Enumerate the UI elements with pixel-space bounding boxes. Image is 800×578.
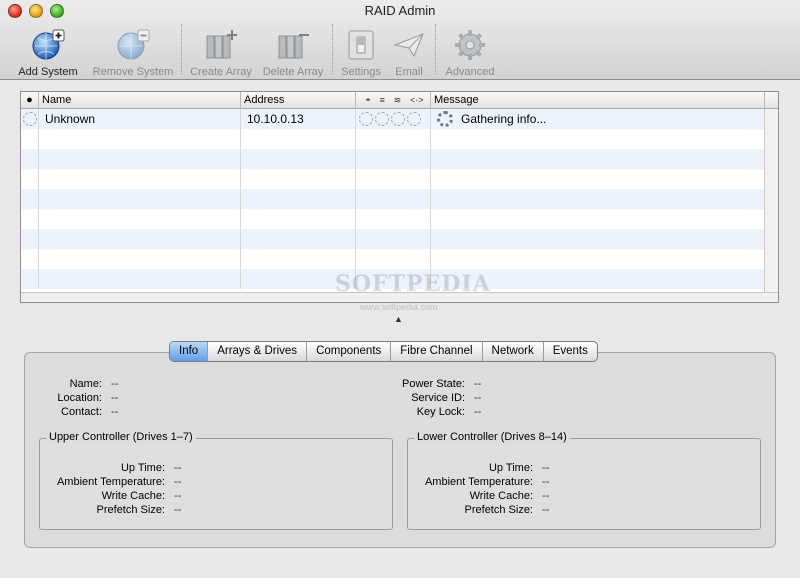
table-row <box>21 209 778 229</box>
email-label: Email <box>395 66 423 78</box>
globe-plus-icon <box>31 28 65 62</box>
lower-write-cache-value: -- <box>542 490 550 502</box>
paper-plane-icon <box>392 28 426 62</box>
link-status-icon <box>407 112 421 126</box>
table-row[interactable]: Unknown 10.10.0.13 Gathering info... <box>21 109 778 129</box>
stack-icon: ≡ <box>379 95 385 105</box>
window-toolbar-area: RAID Admin Add System Remove System Crea… <box>0 0 800 80</box>
table-row <box>21 149 778 169</box>
tab-fibre-channel[interactable]: Fibre Channel <box>391 342 483 361</box>
tab-info[interactable]: Info <box>170 342 209 361</box>
table-header: ● Name Address ◓ ≡ ≋ <·> Message <box>21 92 778 109</box>
name-column-header[interactable]: Name <box>39 92 241 109</box>
key-lock-value: -- <box>474 406 482 418</box>
status-pending-icon <box>22 112 37 126</box>
link-arrows-icon: <·> <box>410 95 424 105</box>
delete-array-button[interactable]: Delete Array <box>257 22 329 78</box>
disks-plus-icon <box>204 28 238 62</box>
upper-controller-title: Upper Controller (Drives 1–7) <box>46 431 196 443</box>
row-name: Unknown <box>39 109 241 129</box>
power-state-value: -- <box>474 378 482 390</box>
table-row <box>21 189 778 209</box>
tab-events[interactable]: Events <box>544 342 597 361</box>
drive-icon: ◓ <box>365 95 371 105</box>
disks-minus-icon <box>276 28 310 62</box>
gear-icon <box>453 28 487 62</box>
lower-prefetch-size-value: -- <box>542 504 550 516</box>
remove-system-label: Remove System <box>92 66 174 78</box>
advanced-button[interactable]: Advanced <box>439 22 501 78</box>
upper-controller-group: Upper Controller (Drives 1–7) Up Time: --… <box>39 431 393 530</box>
toolbar-separator <box>332 24 333 74</box>
advanced-label: Advanced <box>445 66 495 78</box>
table-body: Unknown 10.10.0.13 Gathering info... <box>21 109 778 293</box>
table-row <box>21 169 778 189</box>
remove-system-button[interactable]: Remove System <box>88 22 178 78</box>
table-row <box>21 229 778 249</box>
tab-arrays-drives[interactable]: Arrays & Drives <box>208 342 308 361</box>
lower-controller-title: Lower Controller (Drives 8–14) <box>414 431 570 443</box>
delete-array-label: Delete Array <box>262 66 324 78</box>
split-view-toggle-icon[interactable]: ▲ <box>394 314 403 324</box>
upper-up-time-value: -- <box>174 462 182 474</box>
create-array-label: Create Array <box>190 66 252 78</box>
lower-write-cache-label: Write Cache: <box>469 490 533 502</box>
key-lock-label: Key Lock: <box>416 406 465 418</box>
tab-bar: Info Arrays & Drives Components Fibre Ch… <box>169 341 598 362</box>
stack-status-icon <box>375 112 389 126</box>
row-message: Gathering info... <box>461 112 547 126</box>
add-system-label: Add System <box>18 66 78 78</box>
lower-controller-group: Lower Controller (Drives 8–14) Up Time: -… <box>407 431 761 530</box>
drive-status-icon <box>359 112 373 126</box>
globe-minus-icon <box>116 28 150 62</box>
lower-prefetch-size-label: Prefetch Size: <box>464 504 533 516</box>
address-column-header[interactable]: Address <box>241 92 356 109</box>
email-button[interactable]: Email <box>386 22 432 78</box>
tab-network[interactable]: Network <box>483 342 544 361</box>
upper-temperature-label: Ambient Temperature: <box>56 476 165 488</box>
tab-components[interactable]: Components <box>307 342 392 361</box>
watermark-url: www.softpedia.com <box>360 302 438 312</box>
system-info-right: Power State: -- Service ID: -- Key Lock: -- <box>1 377 481 419</box>
upper-write-cache-value: -- <box>174 490 182 502</box>
power-state-label: Power State: <box>402 378 465 390</box>
wave-icon: ≋ <box>393 95 402 105</box>
upper-prefetch-size-value: -- <box>174 504 182 516</box>
status-icons-column-header[interactable]: ◓ ≡ ≋ <·> <box>356 92 431 109</box>
wave-status-icon <box>391 112 405 126</box>
status-dot-column-header[interactable]: ● <box>21 92 39 109</box>
lower-temperature-value: -- <box>542 476 550 488</box>
watermark: SOFTPEDIA <box>335 271 491 297</box>
toolbar-separator <box>435 24 436 74</box>
add-system-button[interactable]: Add System <box>8 22 88 78</box>
table-row <box>21 129 778 149</box>
settings-label: Settings <box>341 66 381 78</box>
lower-temperature-label: Ambient Temperature: <box>424 476 533 488</box>
lower-up-time-value: -- <box>542 462 550 474</box>
upper-write-cache-label: Write Cache: <box>101 490 165 502</box>
window-title: RAID Admin <box>364 3 436 18</box>
service-id-value: -- <box>474 392 482 404</box>
upper-up-time-label: Up Time: <box>120 462 165 474</box>
create-array-button[interactable]: Create Array <box>185 22 257 78</box>
toolbar-separator <box>181 24 182 74</box>
info-tab-panel: Name: -- Location: -- Contact: -- Power Sta… <box>24 352 776 548</box>
service-id-label: Service ID: <box>411 392 465 404</box>
message-column-header[interactable]: Message <box>431 92 765 109</box>
row-address: 10.10.0.13 <box>241 109 356 129</box>
progress-spinner-icon <box>437 111 453 127</box>
upper-temperature-value: -- <box>174 476 182 488</box>
table-row <box>21 249 778 269</box>
lower-up-time-label: Up Time: <box>488 462 533 474</box>
switch-icon <box>344 28 378 62</box>
upper-prefetch-size-label: Prefetch Size: <box>96 504 165 516</box>
settings-button[interactable]: Settings <box>336 22 386 78</box>
toolbar: Add System Remove System Create Array De… <box>8 22 501 78</box>
vertical-scrollbar[interactable] <box>764 109 778 293</box>
